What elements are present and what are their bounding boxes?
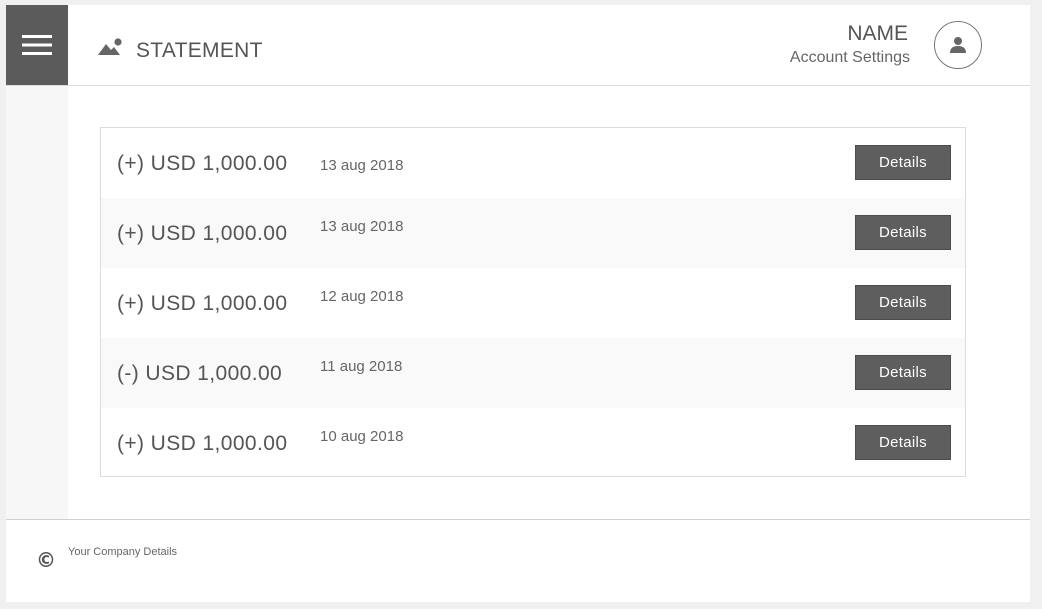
statement-row: (+) USD 1,000.00 12 aug 2018 Details <box>101 268 965 338</box>
footer: © Your Company Details <box>6 519 1030 602</box>
row-amount: (+) USD 1,000.00 <box>117 292 288 315</box>
user-name: NAME <box>847 22 908 45</box>
row-date: 10 aug 2018 <box>320 428 404 445</box>
sidebar-strip <box>6 86 68 519</box>
row-date: 12 aug 2018 <box>320 288 404 305</box>
row-amount: (+) USD 1,000.00 <box>117 152 288 175</box>
copyright-icon: © <box>36 548 56 572</box>
row-amount: (+) USD 1,000.00 <box>117 432 288 455</box>
row-date: 11 aug 2018 <box>320 358 403 375</box>
landscape-icon <box>98 38 122 55</box>
statement-row: (+) USD 1,000.00 13 aug 2018 Details <box>101 198 965 268</box>
statement-list: (+) USD 1,000.00 13 aug 2018 Details (+)… <box>100 127 966 477</box>
user-icon <box>950 37 966 53</box>
menu-button[interactable] <box>6 5 68 85</box>
row-amount: (-) USD 1,000.00 <box>117 362 283 385</box>
company-details: Your Company Details <box>68 546 178 558</box>
row-date: 13 aug 2018 <box>320 218 404 235</box>
statement-row: (+) USD 1,000.00 10 aug 2018 Details <box>101 408 965 478</box>
account-settings-link[interactable]: Account Settings <box>790 49 910 67</box>
details-button[interactable]: Details <box>855 355 951 390</box>
hamburger-icon <box>22 35 52 55</box>
page-title: STATEMENT <box>136 39 263 62</box>
details-button[interactable]: Details <box>855 215 951 250</box>
app-frame: STATEMENT NAME Account Settings (+) USD … <box>6 5 1030 602</box>
avatar[interactable] <box>934 21 982 69</box>
statement-row: (+) USD 1,000.00 13 aug 2018 Details <box>101 128 965 198</box>
details-button[interactable]: Details <box>855 425 951 460</box>
row-amount: (+) USD 1,000.00 <box>117 222 288 245</box>
details-button[interactable]: Details <box>855 285 951 320</box>
header: STATEMENT NAME Account Settings <box>6 5 1030 86</box>
statement-row: (-) USD 1,000.00 11 aug 2018 Details <box>101 338 965 408</box>
details-button[interactable]: Details <box>855 145 951 180</box>
row-date: 13 aug 2018 <box>320 157 404 174</box>
